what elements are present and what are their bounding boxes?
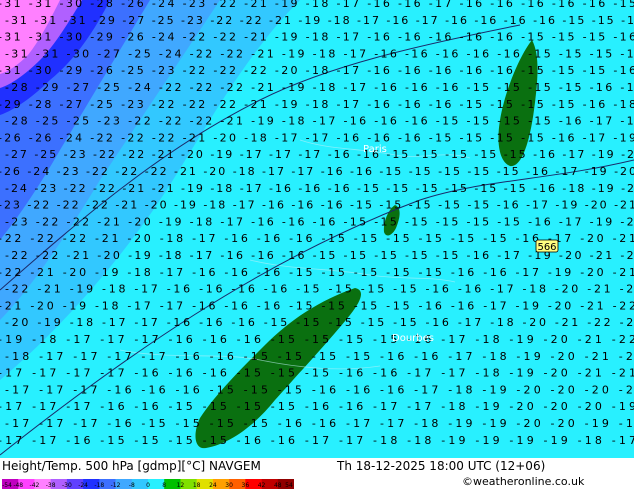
temperature-row: -27 -25 -23 -22 -22 -21 -20 -19 -17 -17 … [5,148,634,161]
scale-label: 8 [162,482,166,489]
temperature-row: -31 -31 -30 -27 -25 -24 -22 -22 -21 -19 … [5,47,634,60]
temperature-row: -24 -23 -22 -22 -21 -21 -19 -18 -17 -16 … [5,182,634,195]
temperature-row: -21 -20 -19 -18 -17 -17 -16 -16 -16 -15 … [0,299,634,312]
temperature-row: -28 -25 -25 -23 -22 -22 -22 -21 -19 -18 … [5,115,634,128]
scale-label: 42 [258,482,266,489]
temperature-row: -23 -22 -22 -21 -20 -19 -18 -17 -16 -16 … [5,215,634,228]
temperature-row: -22 -21 -20 -19 -18 -17 -16 -16 -16 -15 … [0,266,634,279]
temperature-row: -17 -17 -17 -16 -16 -15 -15 -15 -15 -16 … [0,400,634,413]
scale-label: -12 [111,482,121,489]
place-label: Dourbes [392,333,434,344]
scale-label: -42 [30,482,40,489]
scale-label: 18 [193,482,201,489]
copyright: ©weatheronline.co.uk [462,475,585,488]
scale-label: 30 [225,482,233,489]
scale-label: 0 [146,482,150,489]
color-scale: -54 -48 -42 -38 -30 -24 -18 -12 -8 0 8 12 18 24 30 36 42… [2,479,294,489]
temperature-row: -17 -17 -16 -15 -15 -15 -15 -16 -16 -17 … [0,434,634,447]
valid-time: Th 18-12-2025 18:00 UTC (12+06) [337,459,546,473]
footer: Height/Temp. 500 hPa [gdmp][°C] NAVGEM T… [0,458,634,490]
place-paris[interactable]: Paris [363,144,387,155]
temperature-map[interactable]: -31 -31 -30 -28 -26 -24 -23 -22 -21 -19 … [0,0,634,458]
place-label: Paris [363,144,387,155]
place-dourbes[interactable]: Dourbes [392,333,434,344]
scale-label: -30 [62,482,72,489]
scale-label: -18 [94,482,104,489]
station-marker[interactable]: 566 [535,239,559,253]
temperature-row: -19 -18 -17 -17 -17 -16 -16 -16 -15 -15 … [0,333,634,346]
temperature-row: -23 -22 -22 -22 -21 -20 -19 -18 -17 -16 … [0,199,634,212]
temperature-row: -17 -17 -17 -17 -16 -16 -16 -15 -15 -15 … [0,367,634,380]
scale-label: 24 [209,482,217,489]
temperature-row: -31 -31 -31 -29 -27 -25 -23 -22 -22 -21 … [5,14,634,27]
station-value: 566 [537,242,556,253]
scale-label: 12 [177,482,185,489]
scale-label: -54 [2,482,12,489]
temperature-row: -26 -24 -23 -22 -22 -22 -21 -20 -18 -17 … [0,165,634,178]
chart-title: Height/Temp. 500 hPa [gdmp][°C] NAVGEM [2,459,261,473]
scale-label: -24 [78,482,88,489]
scale-label: -38 [46,482,56,489]
scale-label: -8 [129,482,135,489]
scale-label: 54 [285,482,293,489]
temperature-row: -28 -29 -27 -25 -24 -22 -22 -22 -21 -19 … [5,81,634,94]
scale-label: 48 [274,482,282,489]
scale-label: 36 [242,482,250,489]
scale-label: -48 [13,482,23,489]
